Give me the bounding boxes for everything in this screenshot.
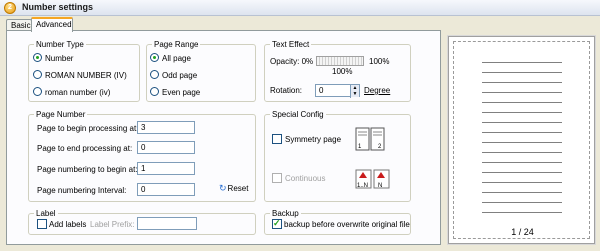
app-icon: 2	[4, 2, 16, 14]
opacity-max-label: 100%	[369, 57, 390, 66]
preview-line	[482, 82, 562, 83]
continuous-pages-icon: 1..N N	[355, 169, 390, 189]
preview-line	[482, 122, 562, 123]
radio-roman-lower[interactable]	[33, 87, 42, 96]
preview-line	[482, 192, 562, 193]
backup-checkbox[interactable]	[272, 218, 282, 229]
preview-line	[482, 182, 562, 183]
preview-line	[482, 172, 562, 173]
refresh-icon: ↻	[219, 183, 227, 193]
continuous-checkbox[interactable]	[272, 173, 282, 183]
number-type-title: Number Type	[34, 40, 86, 49]
radio-all-page[interactable]	[150, 53, 159, 62]
radio-number-label: Number	[45, 54, 74, 63]
preview-line	[482, 102, 562, 103]
preview-line	[482, 162, 562, 163]
opacity-value: 100%	[332, 67, 353, 76]
numbering-interval-input[interactable]: 0	[137, 183, 195, 196]
radio-roman-lower-label: roman number (iv)	[45, 88, 111, 97]
radio-all-page-label: All page	[162, 54, 191, 63]
add-labels-checkbox[interactable]	[37, 219, 47, 229]
svg-text:1..N: 1..N	[357, 183, 368, 189]
radio-odd-page[interactable]	[150, 70, 159, 79]
rotation-spin-buttons[interactable]: ▲ ▼	[350, 85, 359, 98]
preview-line	[482, 142, 562, 143]
symmetry-checkbox[interactable]	[272, 134, 282, 144]
page-preview: 1 / 24	[448, 36, 595, 244]
add-labels-label: Add labels	[49, 220, 87, 229]
radio-even-page[interactable]	[150, 87, 159, 96]
radio-roman-upper[interactable]	[33, 70, 42, 79]
numbering-begin-label: Page numbering to begin at:	[37, 165, 138, 174]
preview-line	[482, 72, 562, 73]
radio-even-page-label: Even page	[162, 88, 201, 97]
preview-page-indicator: 1 / 24	[511, 227, 534, 237]
preview-line	[482, 212, 562, 213]
spin-down-icon[interactable]: ▼	[351, 91, 359, 97]
backup-title: Backup	[270, 209, 301, 218]
rotation-value: 0	[319, 86, 324, 95]
symmetry-label: Symmetry page	[285, 135, 342, 144]
svg-text:N: N	[378, 183, 382, 189]
continuous-label: Continuous	[285, 174, 326, 183]
rotation-label: Rotation:	[270, 86, 303, 95]
preview-line	[482, 62, 562, 63]
preview-line	[482, 202, 562, 203]
begin-processing-label: Page to begin processing at:	[37, 124, 139, 133]
reset-label: Reset	[227, 184, 249, 193]
preview-line	[482, 132, 562, 133]
page-range-title: Page Range	[152, 40, 201, 49]
radio-number[interactable]	[33, 53, 42, 62]
opacity-label: Opacity: 0%	[270, 57, 314, 66]
preview-page: 1 / 24	[453, 41, 590, 239]
tab-advanced[interactable]: Advanced	[31, 17, 73, 32]
rotation-unit: Degree	[364, 86, 391, 95]
page-number-title: Page Number	[34, 110, 88, 119]
backup-label: backup before overwrite original file	[284, 220, 410, 229]
radio-roman-upper-label: ROMAN NUMBER (IV)	[45, 71, 127, 80]
numbering-begin-input[interactable]: 1	[137, 162, 195, 175]
reset-button[interactable]: ↻Reset	[219, 183, 248, 194]
opacity-slider[interactable]	[316, 56, 364, 66]
numbering-interval-label: Page numbering Interval:	[37, 186, 127, 195]
preview-line	[482, 92, 562, 93]
rotation-stepper[interactable]: 0 ▲ ▼	[315, 84, 360, 98]
label-prefix-input[interactable]	[137, 217, 197, 230]
preview-line	[482, 152, 562, 153]
window-title: Number settings	[22, 2, 94, 12]
opacity-slider-fill	[317, 57, 363, 65]
text-effect-title: Text Effect	[270, 40, 312, 49]
radio-odd-page-label: Odd page	[162, 71, 198, 80]
window-titlebar: 2 Number settings	[0, 0, 600, 16]
label-title: Label	[34, 209, 58, 218]
symmetry-page-icon: 1 2	[355, 127, 385, 151]
begin-processing-input[interactable]: 3	[137, 121, 195, 134]
special-config-title: Special Config	[270, 110, 326, 119]
label-prefix-label: Label Prefix:	[90, 220, 135, 229]
preview-line	[482, 112, 562, 113]
end-processing-label: Page to end processing at:	[37, 144, 133, 153]
end-processing-input[interactable]: 0	[137, 141, 195, 154]
